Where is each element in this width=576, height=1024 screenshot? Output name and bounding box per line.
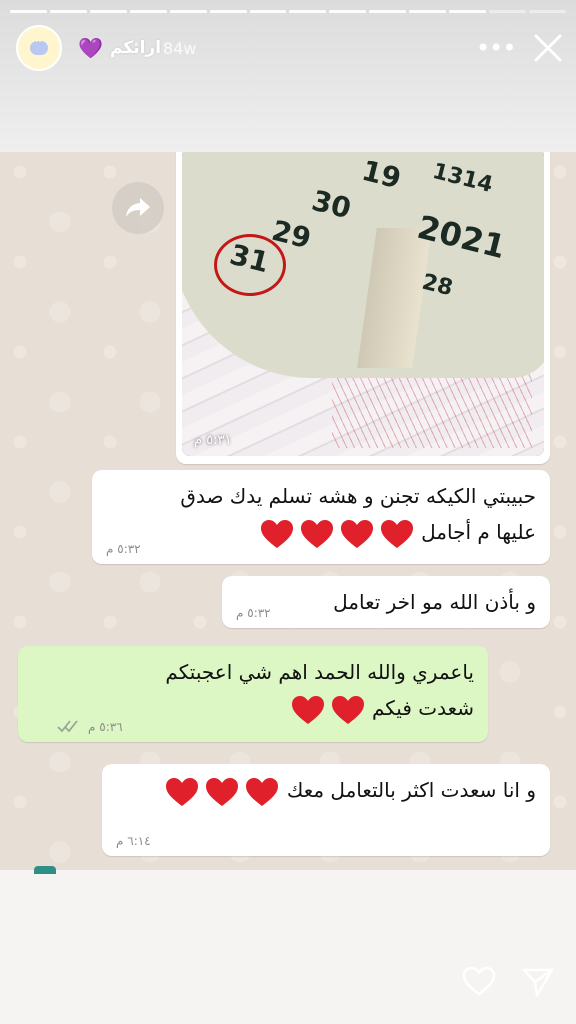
message-line-1: و انا سعدت اكثر بالتعامل معك [116, 772, 536, 808]
message-time: ٥:٣٢ م [236, 606, 271, 620]
progress-segment [249, 10, 287, 13]
progress-segment [329, 10, 367, 13]
message-line-2: عليها م أجامل [106, 514, 536, 550]
progress-segment [49, 10, 87, 13]
send-icon [522, 968, 554, 997]
heart-emojis [290, 694, 366, 726]
progress-segment [528, 10, 566, 13]
progress-segment [489, 10, 526, 13]
message-text: ياعمري والله الحمد اهم شي اعجبتكم [165, 660, 474, 684]
heart-emojis [259, 518, 415, 550]
red-heart-emoji [330, 694, 366, 726]
more-horizontal-icon: ••• [476, 34, 516, 62]
message-time: ٦:١٤ م [116, 834, 151, 848]
message-text: و انا سعدت اكثر بالتعامل معك [286, 778, 536, 802]
chat-bubble-avatar-icon [30, 37, 48, 55]
close-icon [534, 34, 562, 62]
send-button[interactable] [521, 966, 555, 998]
progress-segment [369, 10, 407, 13]
chat-message-incoming[interactable]: و انا سعدت اكثر بالتعامل معك ٦:١٤ م [102, 764, 550, 856]
chat-message-outgoing[interactable]: ياعمري والله الحمد اهم شي اعجبتكم شعدت ف… [18, 646, 488, 742]
chat-message-incoming[interactable]: و بأذن الله مو اخر تعامل ٥:٣٢ م [222, 576, 550, 628]
story-footer [0, 866, 576, 1024]
teal-indicator [34, 866, 56, 874]
message-text: عليها م أجامل [421, 520, 536, 544]
red-heart-emoji [339, 518, 375, 550]
like-button[interactable] [462, 966, 496, 998]
forward-button[interactable] [112, 182, 164, 234]
story-header: 💜 ارائكم 84w ••• [0, 0, 576, 152]
purple-heart-emoji: 💜 [78, 36, 103, 60]
red-heart-emoji [244, 776, 280, 808]
red-heart-emoji [204, 776, 240, 808]
forward-arrow-icon [126, 198, 150, 217]
heart-emojis [164, 776, 280, 808]
message-text: حبيبتي الكيكه تجنن و هشه تسلم يدك صدق [180, 484, 536, 508]
progress-segment [10, 10, 47, 13]
message-text: و بأذن الله مو اخر تعامل [333, 590, 536, 614]
progress-segment [209, 10, 247, 13]
progress-segment [449, 10, 487, 13]
double-check-icon [57, 720, 78, 733]
progress-segment [129, 10, 167, 13]
chat-screenshot: 19 1314 2021 29 31 28 30 ٥:٣١ م حبيبتي ا… [0, 152, 576, 870]
red-heart-emoji [164, 776, 200, 808]
progress-segment [169, 10, 207, 13]
heart-outline-icon [462, 966, 496, 996]
progress-segment [409, 10, 447, 13]
red-heart-emoji [379, 518, 415, 550]
story-progress-bar [10, 10, 566, 13]
progress-segment [289, 10, 327, 13]
more-options-button[interactable]: ••• [476, 34, 516, 62]
red-heart-emoji [259, 518, 295, 550]
red-heart-emoji [299, 518, 335, 550]
red-circle-mark [214, 234, 286, 296]
close-button[interactable] [530, 30, 566, 66]
red-heart-emoji [290, 694, 326, 726]
photo-message[interactable]: 19 1314 2021 29 31 28 30 ٥:٣١ م [176, 152, 550, 464]
progress-segment [89, 10, 127, 13]
story-username[interactable]: ارائكم [110, 38, 161, 58]
story-timestamp: 84w [163, 39, 197, 58]
message-time: ٥:٣٦ م [88, 720, 123, 734]
chat-message-incoming[interactable]: حبيبتي الكيكه تجنن و هشه تسلم يدك صدق عل… [92, 470, 550, 564]
message-text: شعدت فيكم [371, 696, 474, 720]
avatar[interactable] [16, 25, 62, 71]
message-time: ٥:٣١ م [194, 433, 232, 448]
message-time: ٥:٣٢ م [106, 542, 141, 556]
cake-photo[interactable]: 19 1314 2021 29 31 28 30 ٥:٣١ م [182, 152, 544, 456]
